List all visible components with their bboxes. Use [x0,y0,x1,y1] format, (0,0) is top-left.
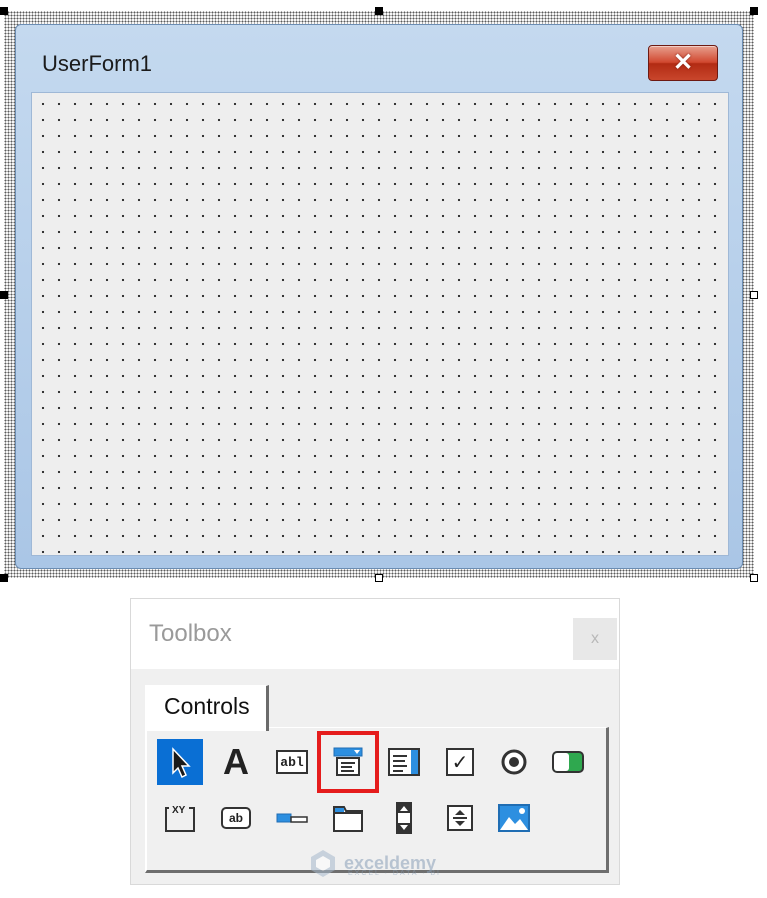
tool-select-objects[interactable] [157,739,203,785]
exceldemy-watermark: exceldemy EXCEL · DATA · BI [308,848,439,878]
listbox-icon [388,748,420,776]
toggle-button-icon [552,751,584,773]
close-icon: x [591,630,599,647]
command-button-icon: ab [221,807,251,829]
exceldemy-logo-icon [311,850,335,877]
resize-handle-bottom-right[interactable] [750,574,758,582]
spinbutton-icon [447,805,473,831]
tool-option-button[interactable] [491,739,537,785]
resize-handle-left [0,291,8,299]
label-icon: A [223,741,249,782]
watermark-tagline: EXCEL · DATA · BI [348,870,441,877]
userform-window[interactable]: UserForm1 ✕ [15,24,743,569]
tool-frame[interactable]: XY [157,795,203,841]
textbox-icon: abl [276,750,308,774]
scrollbar-icon [396,802,412,834]
multipage-icon [333,806,363,832]
tool-image[interactable] [491,795,537,841]
tool-combobox[interactable] [317,731,379,793]
tool-scrollbar[interactable] [381,795,427,841]
resize-handle-right[interactable] [750,291,758,299]
tab-controls[interactable]: Controls [145,685,269,731]
tool-spinbutton[interactable] [437,795,483,841]
tool-command-button[interactable]: ab [213,795,259,841]
resize-handle-top-left [0,7,8,15]
resize-handle-top [375,7,383,15]
select-objects-icon [172,747,191,779]
option-button-icon [501,749,527,775]
combobox-icon [333,747,363,776]
tool-textbox[interactable]: abl [269,739,315,785]
command-button-glyph: ab [228,811,243,825]
frame-glyph: XY [172,805,186,816]
toolbox-title: Toolbox [149,620,232,647]
tool-tabstrip[interactable] [269,795,315,841]
tab-controls-label: Controls [164,693,250,719]
userform-title: UserForm1 [42,51,153,76]
checkmark-glyph: ✓ [451,750,469,774]
resize-handle-top-right [750,7,758,15]
toolbox-titlebar[interactable]: Toolbox x [131,599,619,669]
tool-toggle-button[interactable] [545,739,591,785]
toolbox-close-button[interactable]: x [573,618,617,660]
tool-label[interactable]: A [213,739,259,785]
userform-close-button[interactable]: ✕ [648,45,718,81]
frame-icon: XY [165,805,195,832]
image-icon [498,804,530,832]
resize-handle-bottom[interactable] [375,574,383,582]
tool-checkbox[interactable]: ✓ [437,739,483,785]
textbox-glyph: abl [280,754,304,770]
tabstrip-icon [276,813,308,823]
resize-handle-bottom-left [0,574,8,582]
tool-multipage[interactable] [325,795,371,841]
userform-design-grid[interactable] [31,92,729,556]
checkbox-icon: ✓ [446,748,474,776]
toolbox-window: Toolbox x Controls A abl ✓ XY ab [130,598,620,885]
tool-listbox[interactable] [381,739,427,785]
close-icon: ✕ [672,49,694,76]
